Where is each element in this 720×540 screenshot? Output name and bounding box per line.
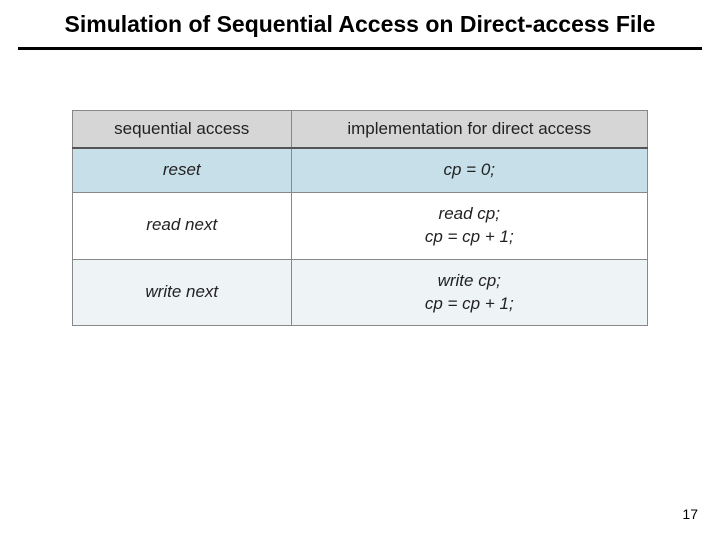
title-divider	[18, 47, 702, 50]
cell-seq-reset: reset	[73, 148, 292, 192]
header-sequential: sequential access	[73, 110, 292, 148]
page-title: Simulation of Sequential Access on Direc…	[0, 0, 720, 47]
cell-impl-read: read cp;cp = cp + 1;	[291, 192, 648, 259]
table-row: reset cp = 0;	[73, 148, 648, 192]
access-table: sequential access implementation for dir…	[72, 110, 648, 327]
header-implementation: implementation for direct access	[291, 110, 648, 148]
table-container: sequential access implementation for dir…	[72, 110, 648, 327]
table-header-row: sequential access implementation for dir…	[73, 110, 648, 148]
slide: Simulation of Sequential Access on Direc…	[0, 0, 720, 540]
page-number: 17	[682, 506, 698, 522]
cell-impl-write: write cp;cp = cp + 1;	[291, 259, 648, 326]
cell-seq-read: read next	[73, 192, 292, 259]
cell-impl-reset: cp = 0;	[291, 148, 648, 192]
cell-seq-write: write next	[73, 259, 292, 326]
table-row: write next write cp;cp = cp + 1;	[73, 259, 648, 326]
table-row: read next read cp;cp = cp + 1;	[73, 192, 648, 259]
